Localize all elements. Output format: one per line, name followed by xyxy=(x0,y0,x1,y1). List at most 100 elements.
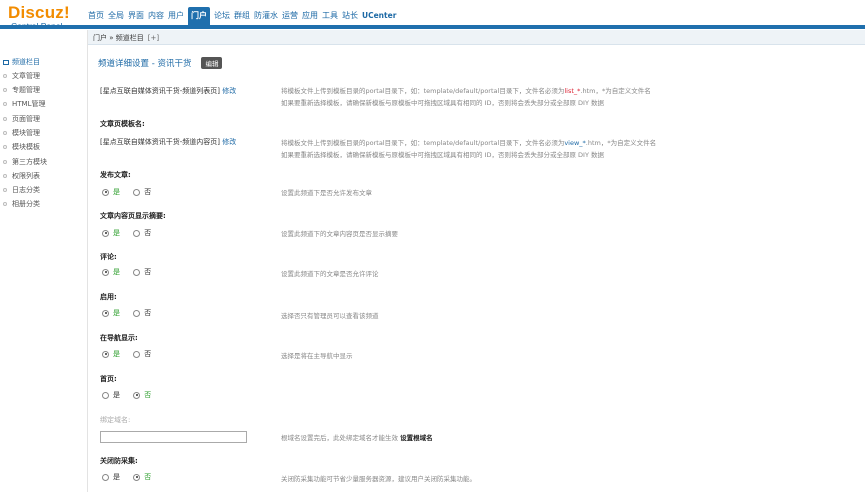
sidebar-item-html[interactable]: HTML管理 xyxy=(3,99,45,109)
publish-label: 发布文章: xyxy=(100,171,131,179)
anticollect-yes-radio[interactable]: 是 xyxy=(102,472,120,482)
bullet-icon xyxy=(3,74,7,78)
nav-ucenter[interactable]: UCenter xyxy=(360,7,398,25)
publish-tip: 设置此频道下是否允许发布文章 xyxy=(281,189,372,197)
nav-user[interactable]: 用户 xyxy=(166,7,186,25)
sidebar-item-albumcategory[interactable]: 相册分类 xyxy=(3,199,40,209)
folder-icon xyxy=(3,59,9,65)
top-nav: 首页 全局 界面 内容 用户 门户 论坛 群组 防灌水 运营 应用 工具 站长 … xyxy=(86,7,398,25)
radio-circle xyxy=(133,350,141,358)
home-yes-radio[interactable]: 是 xyxy=(102,390,120,400)
radio-circle xyxy=(102,391,109,399)
radio-label: 否 xyxy=(144,268,152,276)
radio-circle xyxy=(133,473,141,481)
radio-label: 否 xyxy=(144,309,152,317)
enable-tip: 选择否只有管理员可以查看该频道 xyxy=(281,312,379,320)
nav-founder[interactable]: 站长 xyxy=(340,7,360,25)
edit-button[interactable]: 编辑 xyxy=(201,57,223,69)
bullet-icon xyxy=(3,145,7,149)
bullet-icon xyxy=(3,88,7,92)
sidebar-item-label: 页面管理 xyxy=(12,115,40,123)
anticollect-tip: 关闭防采集功能可节省少量服务器资源，建议用户关闭防采集功能。 xyxy=(281,475,476,483)
radio-circle xyxy=(133,188,141,196)
breadcrumb-text[interactable]: 门户 » 频道栏目 xyxy=(93,34,144,42)
sidebar-item-thirdparty[interactable]: 第三方模块 xyxy=(3,157,47,167)
nav-style[interactable]: 界面 xyxy=(126,7,146,25)
main-content: 频道详细设置 - 资讯干货 编辑 [星点互联自媒体资讯干货-频道列表页] 修改 … xyxy=(88,46,865,492)
sidebar-item-label: 专题管理 xyxy=(12,86,40,94)
publish-yes-radio[interactable]: 是 xyxy=(102,187,120,197)
publish-no-radio[interactable]: 否 xyxy=(133,187,151,197)
sidebar-item-channel[interactable]: 频道栏目 xyxy=(3,57,40,67)
list-template-edit-link[interactable]: 修改 xyxy=(222,87,236,95)
radio-label: 是 xyxy=(113,309,120,317)
nav-operation[interactable]: 运营 xyxy=(280,7,300,25)
breadcrumb-add[interactable]: [+] xyxy=(148,34,159,42)
summary-no-radio[interactable]: 否 xyxy=(133,228,151,238)
nav-forum[interactable]: 论坛 xyxy=(212,7,232,25)
comment-label: 评论: xyxy=(100,253,117,261)
home-no-radio[interactable]: 否 xyxy=(133,390,151,400)
logo-text: Discuz! xyxy=(8,3,70,22)
sidebar-item-label: 日志分类 xyxy=(12,186,40,194)
sidebar-item-block[interactable]: 模块管理 xyxy=(3,128,40,138)
sidebar-item-blogcategory[interactable]: 日志分类 xyxy=(3,185,40,195)
nav-global[interactable]: 全局 xyxy=(106,7,126,25)
sidebar-item-topic[interactable]: 专题管理 xyxy=(3,85,40,95)
home-label: 首页: xyxy=(100,375,117,383)
radio-label: 否 xyxy=(144,350,152,358)
radio-circle xyxy=(102,229,109,237)
summary-yes-radio[interactable]: 是 xyxy=(102,228,120,238)
breadcrumb-bar: 门户 » 频道栏目 [+] xyxy=(88,30,865,45)
sidebar-item-label: 第三方模块 xyxy=(12,158,47,166)
sidebar-item-label: 文章管理 xyxy=(12,72,40,80)
publish-radio-group: 是 否 xyxy=(102,187,162,198)
view-template-edit-link[interactable]: 修改 xyxy=(222,138,236,146)
radio-label: 是 xyxy=(113,268,120,276)
tip-text: .htm，*为自定义文件名 xyxy=(585,139,657,147)
sidebar-item-article[interactable]: 文章管理 xyxy=(3,71,40,81)
bullet-icon xyxy=(3,188,7,192)
sidebar-item-label: 相册分类 xyxy=(12,200,40,208)
enable-yes-radio[interactable]: 是 xyxy=(102,308,120,318)
comment-yes-radio[interactable]: 是 xyxy=(102,267,120,277)
sidebar-item-label: 模块管理 xyxy=(12,129,40,137)
bullet-icon xyxy=(3,131,7,135)
navshow-yes-radio[interactable]: 是 xyxy=(102,349,120,359)
view-template-row: [星点互联自媒体资讯干货-频道内容页] 修改 xyxy=(100,137,236,147)
title-row: 频道详细设置 - 资讯干货 编辑 xyxy=(98,57,223,69)
bullet-icon xyxy=(3,160,7,164)
sidebar-item-page[interactable]: 页面管理 xyxy=(3,114,40,124)
bullet-icon xyxy=(3,102,7,106)
header-divider xyxy=(0,25,865,29)
nav-antispam[interactable]: 防灌水 xyxy=(252,7,280,25)
bullet-icon xyxy=(3,174,7,178)
set-root-domain-link[interactable]: 设置根域名 xyxy=(400,434,433,442)
sidebar: 频道栏目 文章管理 专题管理 HTML管理 页面管理 模块管理 模块模板 第三方… xyxy=(0,30,88,492)
enable-no-radio[interactable]: 否 xyxy=(133,308,151,318)
list-template-value: [星点互联自媒体资讯干货-频道列表页] xyxy=(100,87,220,95)
nav-content[interactable]: 内容 xyxy=(146,7,166,25)
nav-tools[interactable]: 工具 xyxy=(320,7,340,25)
sidebar-item-blockstyle[interactable]: 模块模板 xyxy=(3,142,40,152)
nav-group[interactable]: 群组 xyxy=(232,7,252,25)
tip-text: 根域名设置完后，此处绑定域名才能生效 xyxy=(281,434,398,442)
radio-circle xyxy=(133,391,141,399)
page-title: 频道详细设置 - 资讯干货 xyxy=(98,59,192,69)
radio-circle xyxy=(102,268,109,276)
nav-plugin[interactable]: 应用 xyxy=(300,7,320,25)
enable-radio-group: 是 否 xyxy=(102,308,162,319)
nav-portal[interactable]: 门户 xyxy=(188,7,210,25)
navshow-radio-group: 是 否 xyxy=(102,349,162,360)
sidebar-item-label: 权限列表 xyxy=(12,172,40,180)
sidebar-item-permission[interactable]: 权限列表 xyxy=(3,171,40,181)
domain-input[interactable] xyxy=(100,431,247,443)
navshow-no-radio[interactable]: 否 xyxy=(133,349,151,359)
nav-home[interactable]: 首页 xyxy=(86,7,106,25)
bullet-icon xyxy=(3,117,7,121)
comment-no-radio[interactable]: 否 xyxy=(133,267,151,277)
view-template-value: [星点互联自媒体资讯干货-频道内容页] xyxy=(100,138,220,146)
tip-text: 将模板文件上传到模板目录的portal目录下，如：template/defaul… xyxy=(281,139,565,147)
breadcrumb: 门户 » 频道栏目 [+] xyxy=(93,33,159,43)
anticollect-no-radio[interactable]: 否 xyxy=(133,472,151,482)
